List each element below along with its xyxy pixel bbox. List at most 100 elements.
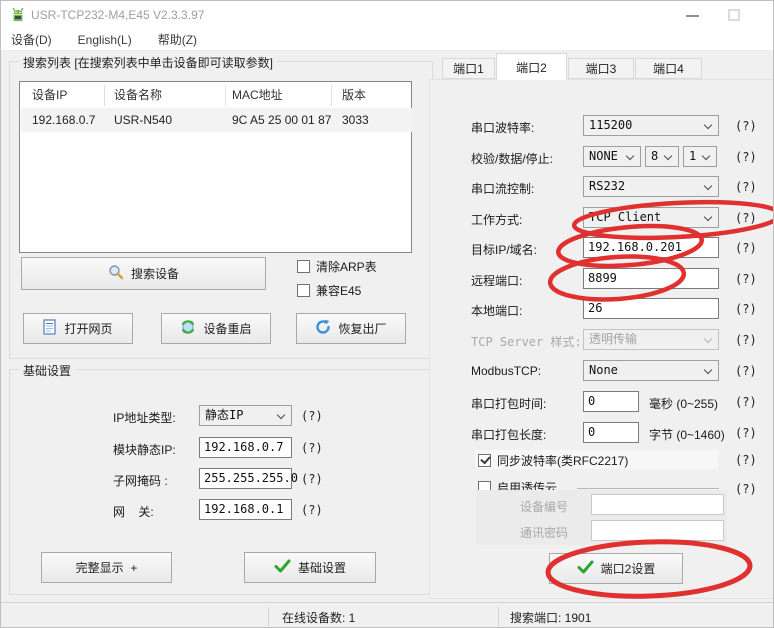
search-device-button[interactable]: 搜索设备	[21, 257, 266, 290]
minimize-button[interactable]	[686, 15, 699, 17]
tab-port1[interactable]: 端口1	[442, 58, 495, 79]
modbus-tcp-select[interactable]: None	[583, 360, 719, 381]
tcp-server-style-select: 透明传输	[583, 329, 719, 350]
work-mode-select[interactable]: TCP Client	[583, 207, 719, 228]
clear-arp-checkbox[interactable]: 清除ARP表	[297, 258, 377, 275]
group-divider	[577, 488, 719, 489]
pack-time-input[interactable]: 0	[583, 391, 639, 412]
checkbox-box[interactable]	[297, 284, 310, 297]
help-link[interactable]: (?)	[301, 503, 323, 517]
help-link[interactable]: (?)	[735, 272, 757, 286]
dest-ip-input[interactable]: 192.168.0.201	[583, 237, 719, 258]
help-link[interactable]: (?)	[735, 302, 757, 316]
pack-length-label: 串口打包长度:	[471, 428, 547, 442]
col-header-name[interactable]: 设备名称	[114, 82, 162, 108]
factory-reset-button[interactable]: 恢复出厂	[296, 313, 406, 344]
device-id-label: 设备编号	[520, 500, 569, 514]
app-logo-icon	[9, 6, 27, 27]
help-link[interactable]: (?)	[735, 150, 757, 164]
remote-port-label: 远程端口:	[471, 274, 523, 288]
factory-reset-label: 恢复出厂	[338, 322, 387, 336]
flow-control-label: 串口流控制:	[471, 182, 535, 196]
tcp-server-style-label: TCP Server 样式:	[471, 335, 582, 349]
chevron-down-icon	[703, 212, 713, 222]
local-port-label: 本地端口:	[471, 304, 523, 318]
menu-bar: 设备(D) English(L) 帮助(Z)	[1, 29, 773, 51]
help-link[interactable]: (?)	[301, 409, 323, 423]
column-divider	[104, 85, 105, 106]
cell-mac[interactable]: 9C A5 25 00 01 87	[232, 108, 331, 132]
parity-select[interactable]: NONE	[583, 146, 641, 167]
port2-settings-button[interactable]: 端口2设置	[549, 553, 683, 584]
title-bar: USR-TCP232-M4,E45 V2.3.3.97	[1, 1, 773, 29]
device-restart-button[interactable]: 设备重启	[161, 313, 271, 344]
search-list-title: 搜索列表 [在搜索列表中单击设备即可读取参数]	[19, 54, 278, 71]
help-link[interactable]: (?)	[735, 482, 757, 496]
gateway-input[interactable]: 192.168.0.1	[199, 499, 292, 520]
check-icon	[577, 560, 594, 577]
sync-baud-label: 同步波特率(类RFC2217)	[497, 454, 629, 468]
dest-ip-label: 目标IP/域名:	[471, 243, 538, 257]
help-link[interactable]: (?)	[301, 472, 323, 486]
subnet-mask-input[interactable]: 255.255.255.0	[199, 468, 298, 489]
remote-port-input[interactable]: 8899	[583, 268, 719, 289]
column-divider	[225, 85, 226, 106]
tab-port2[interactable]: 端口2	[496, 53, 567, 80]
chevron-down-icon	[701, 151, 711, 161]
pack-length-input[interactable]: 0	[583, 422, 639, 443]
flow-control-select[interactable]: RS232	[583, 176, 719, 197]
static-ip-input[interactable]: 192.168.0.7	[199, 437, 292, 458]
modbus-tcp-label: ModbusTCP:	[471, 364, 542, 378]
checkbox-box[interactable]	[297, 260, 310, 273]
basic-settings-apply-button[interactable]: 基础设置	[244, 552, 376, 583]
help-link[interactable]: (?)	[735, 426, 757, 440]
chevron-down-icon	[703, 334, 713, 344]
window-title: USR-TCP232-M4,E45 V2.3.3.97	[31, 8, 205, 22]
checkbox-box[interactable]	[478, 454, 491, 467]
e45-compat-checkbox[interactable]: 兼容E45	[297, 282, 361, 299]
cell-device-ip[interactable]: 192.168.0.7	[32, 108, 95, 132]
help-link[interactable]: (?)	[735, 180, 757, 194]
help-link[interactable]: (?)	[735, 119, 757, 133]
sync-baud-checkbox[interactable]: 同步波特率(类RFC2217)	[478, 452, 628, 469]
help-link[interactable]: (?)	[301, 441, 323, 455]
full-display-button[interactable]: 完整显示 +	[41, 552, 172, 583]
open-webpage-button[interactable]: 打开网页	[23, 313, 133, 344]
baud-rate-select[interactable]: 115200	[583, 115, 719, 136]
status-divider	[268, 607, 269, 626]
webpage-icon	[43, 319, 57, 338]
help-link[interactable]: (?)	[735, 333, 757, 347]
help-link[interactable]: (?)	[735, 364, 757, 378]
ip-type-select[interactable]: 静态IP	[199, 405, 292, 426]
column-divider	[331, 85, 332, 106]
col-header-version[interactable]: 版本	[342, 82, 366, 108]
cell-device-name[interactable]: USR-N540	[114, 108, 172, 132]
menu-device[interactable]: 设备(D)	[11, 31, 52, 48]
menu-english[interactable]: English(L)	[78, 33, 132, 47]
col-header-ip[interactable]: 设备IP	[32, 82, 67, 108]
tab-port3[interactable]: 端口3	[568, 58, 634, 79]
comm-password-input	[591, 520, 724, 541]
parity-label: 校验/数据/停止:	[471, 152, 554, 166]
col-header-mac[interactable]: MAC地址	[232, 82, 283, 108]
search-icon	[108, 264, 124, 283]
chevron-down-icon	[276, 410, 286, 420]
stop-bits-select[interactable]: 1	[683, 146, 717, 167]
ip-type-label: IP地址类型:	[113, 411, 176, 425]
help-link[interactable]: (?)	[735, 453, 757, 467]
cell-version[interactable]: 3033	[342, 108, 369, 132]
help-link[interactable]: (?)	[735, 395, 757, 409]
pack-time-label: 串口打包时间:	[471, 397, 547, 411]
status-divider	[498, 607, 499, 626]
e45-compat-label: 兼容E45	[316, 284, 362, 298]
clear-arp-label: 清除ARP表	[316, 260, 377, 274]
help-link[interactable]: (?)	[735, 211, 757, 225]
tab-port4[interactable]: 端口4	[635, 58, 702, 79]
device-table[interactable]: 设备IP 设备名称 MAC地址 版本 192.168.0.7 USR-N540 …	[19, 81, 412, 253]
help-link[interactable]: (?)	[735, 241, 757, 255]
data-bits-select[interactable]: 8	[645, 146, 679, 167]
local-port-input[interactable]: 26	[583, 298, 719, 319]
comm-password-label: 通讯密码	[520, 526, 569, 540]
menu-help[interactable]: 帮助(Z)	[158, 31, 197, 48]
maximize-button[interactable]	[728, 9, 740, 21]
